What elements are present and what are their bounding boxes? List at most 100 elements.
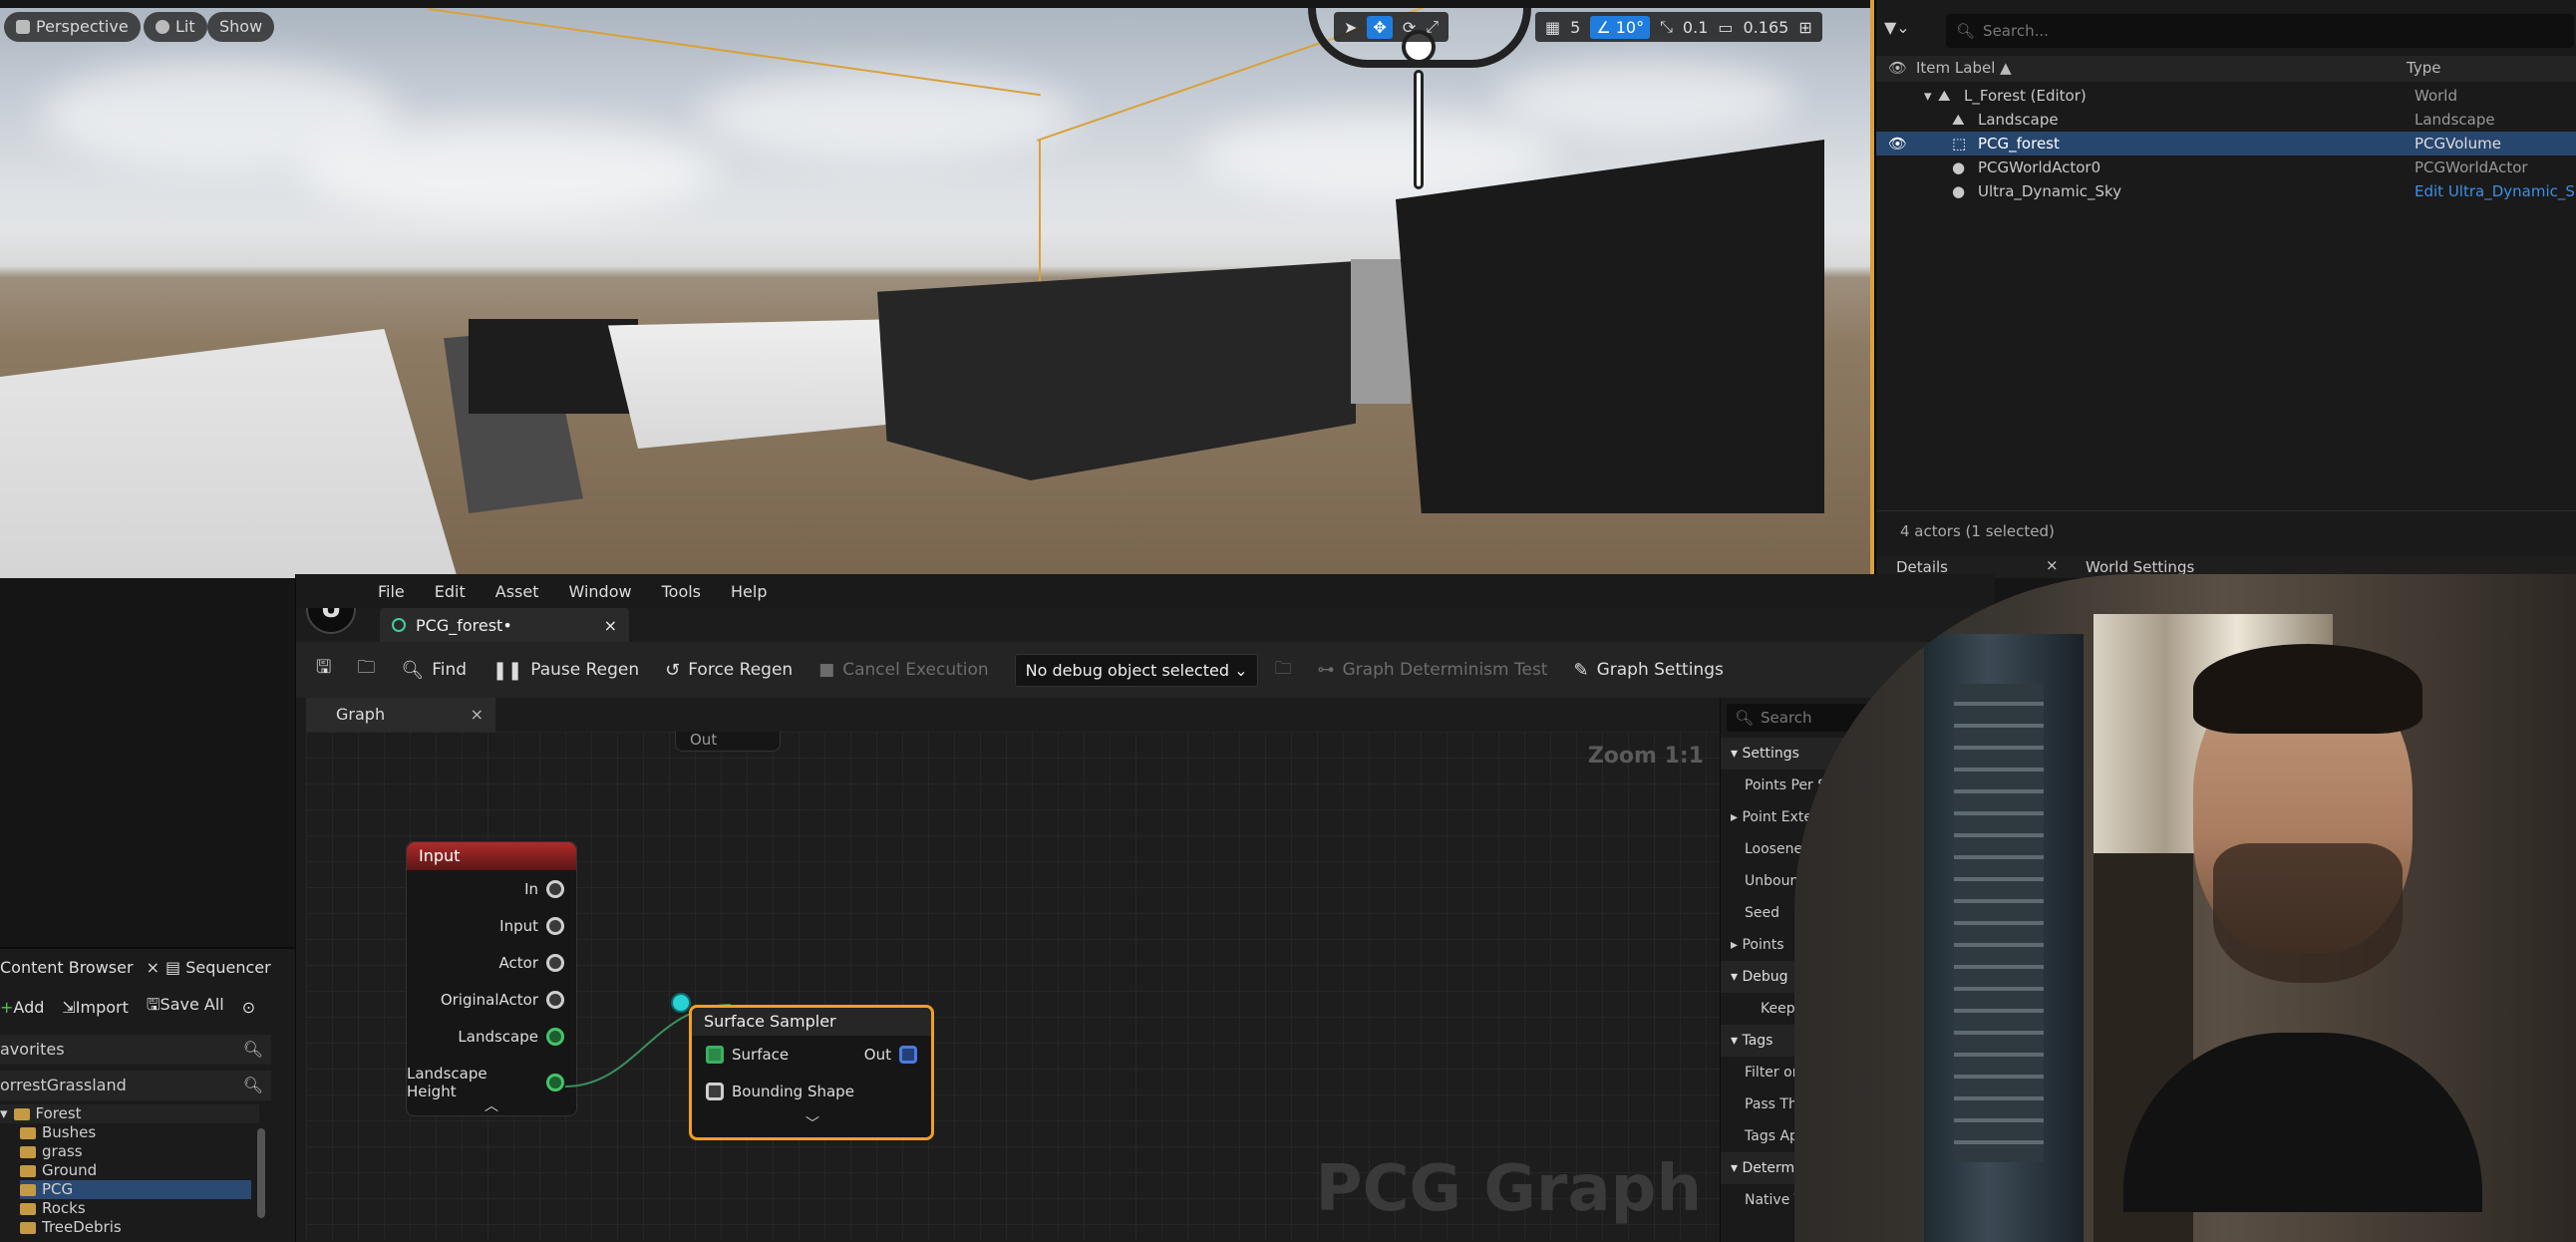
cube-dark-right[interactable] xyxy=(1396,140,1824,513)
import-button[interactable]: ⇲Import xyxy=(62,998,129,1017)
scrollbar[interactable] xyxy=(257,1128,265,1218)
grid-snap-value[interactable]: 5 xyxy=(1570,18,1580,37)
menu-file[interactable]: File xyxy=(378,582,405,601)
cube-grey-far[interactable] xyxy=(1351,259,1411,404)
menubar: File Edit Asset Window Tools Help xyxy=(296,574,1995,608)
cancel-execution-button[interactable]: ■ Cancel Execution xyxy=(818,660,988,680)
find-button[interactable]: 🔍︎ Find xyxy=(401,660,467,681)
visibility-eye-icon[interactable]: 👁︎ xyxy=(1888,132,1907,155)
expand-arrow-icon[interactable]: ▾ xyxy=(1924,84,1932,108)
search-icon[interactable]: 🔍︎ xyxy=(243,1071,263,1100)
browse-icon: 🗀︎ xyxy=(357,657,376,678)
landscape-icon: ⛰ xyxy=(1952,111,1965,129)
show-button[interactable]: Show xyxy=(207,12,275,42)
document-tab[interactable]: PCG_forest• × xyxy=(380,608,629,642)
outliner-row-pcg-world-actor[interactable]: ● PCGWorldActor0 PCGWorldActor xyxy=(1876,155,2576,179)
eye-icon[interactable]: 👁︎ xyxy=(1888,59,1907,77)
reroute-dot[interactable] xyxy=(671,993,691,1013)
col-type[interactable]: Type xyxy=(2407,59,2440,77)
search-icon[interactable]: 🔍︎ xyxy=(243,1035,263,1065)
pin-out[interactable]: Out xyxy=(864,1046,917,1064)
menu-asset[interactable]: Asset xyxy=(495,582,539,601)
folder-rocks[interactable]: Rocks xyxy=(20,1199,279,1218)
pin-landscape[interactable]: Landscape xyxy=(458,1028,564,1046)
tab-sequencer[interactable]: ▤ Sequencer xyxy=(165,949,271,987)
input-node[interactable]: Input In Input Actor OriginalActor Lands… xyxy=(406,841,577,1116)
close-icon[interactable]: × xyxy=(604,616,617,635)
folder-pcg[interactable]: PCG xyxy=(20,1180,251,1199)
lit-button[interactable]: Lit xyxy=(144,12,207,42)
debug-object-dropdown[interactable]: No debug object selected ⌄ xyxy=(1014,653,1259,687)
folder-treedebris[interactable]: TreeDebris xyxy=(20,1218,279,1237)
expand-icon[interactable]: ﹀ xyxy=(805,1113,819,1133)
force-regen-button[interactable]: ↺ Force Regen xyxy=(665,660,793,681)
folder-ground[interactable]: Ground xyxy=(20,1161,279,1180)
outliner-row-pcg-forest[interactable]: 👁︎ ⬚ PCG_forest PCGVolume xyxy=(1876,132,2576,155)
cube-dark-center[interactable] xyxy=(877,261,1356,480)
sequencer-icon: ▤ xyxy=(165,958,186,977)
camera-speed-value[interactable]: 0.165 xyxy=(1744,18,1789,37)
menu-tools[interactable]: Tools xyxy=(662,582,701,601)
perspective-button[interactable]: Perspective xyxy=(4,12,141,42)
graph-settings-button[interactable]: ✎ Graph Settings xyxy=(1573,660,1723,681)
pin-original-actor[interactable]: OriginalActor xyxy=(441,991,564,1009)
snap-toolbar[interactable]: ▦ 5 ∠ 10° ⤡ 0.1 ▭ 0.165 ⊞ xyxy=(1535,12,1822,42)
cube-white-mid[interactable] xyxy=(608,319,907,449)
outliner-row-landscape[interactable]: ⛰ Landscape Landscape xyxy=(1876,108,2576,132)
expand-arrow-icon[interactable]: ▾ xyxy=(0,1104,8,1123)
expand-arrow-icon[interactable]: ▸ xyxy=(1731,937,1742,953)
rotate-icon[interactable]: ⟳ xyxy=(1403,18,1416,37)
pin-bounding-shape[interactable]: Bounding Shape xyxy=(706,1083,854,1100)
folder-bushes[interactable]: Bushes xyxy=(20,1123,279,1142)
surface-sampler-node[interactable]: Surface Sampler Surface Out Bounding Sha… xyxy=(689,1005,934,1140)
layout-icon[interactable]: ⊞ xyxy=(1798,18,1811,37)
determinism-test-button[interactable]: ⊶ Graph Determinism Test xyxy=(1317,660,1547,680)
add-button[interactable]: +Add xyxy=(0,998,44,1017)
presenter-video xyxy=(2123,614,2482,1212)
select-icon[interactable]: ➤ xyxy=(1344,18,1357,37)
pin-surface[interactable]: Surface xyxy=(706,1046,789,1064)
translate-icon[interactable]: ✥ xyxy=(1367,15,1393,39)
offscreen-node[interactable]: Out xyxy=(675,732,781,752)
graph-canvas[interactable]: Zoom 1:1 PCG Graph Out Input In Input Ac… xyxy=(306,732,1720,1240)
save-button[interactable]: 🖫︎ xyxy=(316,655,331,685)
folder-grass[interactable]: grass xyxy=(20,1142,279,1161)
save-all-button[interactable]: 🖫︎Save All xyxy=(147,994,224,1021)
expand-arrow-icon[interactable]: ▸ xyxy=(1731,809,1742,825)
zoom-indicator: Zoom 1:1 xyxy=(1587,744,1704,769)
angle-snap-toggle[interactable]: ∠ 10° xyxy=(1590,15,1651,39)
pause-regen-button[interactable]: ❚❚ Pause Regen xyxy=(492,660,639,681)
level-viewport[interactable]: Perspective Lit Show ➤ ✥ ⟳ ⤢ ▦ 5 ∠ 10° ⤡… xyxy=(0,0,1874,578)
pin-in[interactable]: In xyxy=(524,880,564,898)
camera-speed-icon: ▭ xyxy=(1718,17,1734,37)
menu-edit[interactable]: Edit xyxy=(435,582,466,601)
browse-button[interactable]: 🗀︎ xyxy=(357,655,375,685)
favorites-section[interactable]: avorites 🔍︎ xyxy=(0,1035,271,1065)
graph-tab[interactable]: Graph × xyxy=(306,698,495,732)
scale-snap-value[interactable]: 0.1 xyxy=(1683,18,1708,37)
debug-browse-button[interactable]: 🗀︎ xyxy=(1274,656,1291,685)
col-item-label[interactable]: Item Label ▲ xyxy=(1916,59,2012,77)
outliner-row-ultra-dynamic-sky[interactable]: ● Ultra_Dynamic_Sky Edit Ultra_Dynamic_S… xyxy=(1876,179,2576,203)
close-icon[interactable]: × xyxy=(2046,556,2059,574)
transform-toolbar[interactable]: ➤ ✥ ⟳ ⤢ xyxy=(1334,12,1449,42)
menu-window[interactable]: Window xyxy=(569,582,632,601)
menu-help[interactable]: Help xyxy=(731,582,767,601)
pin-input[interactable]: Input xyxy=(499,917,564,935)
search-icon: 🔍︎ xyxy=(1735,709,1755,727)
pin-actor[interactable]: Actor xyxy=(499,954,564,972)
edit-blueprint-link[interactable]: Edit Ultra_Dynamic_Sky xyxy=(2415,179,2576,203)
history-icon[interactable]: ⊙ xyxy=(242,998,255,1017)
close-icon[interactable]: × xyxy=(471,698,483,732)
folder-forest[interactable]: ▾ Forest xyxy=(0,1104,259,1123)
scale-icon[interactable]: ⤢ xyxy=(1426,17,1439,37)
outliner-search-input[interactable]: 🔍︎ Search... xyxy=(1946,14,2574,48)
project-section[interactable]: orrestGrassland 🔍︎ xyxy=(0,1071,271,1100)
close-icon[interactable]: × xyxy=(147,958,160,977)
tab-content-browser[interactable]: Content Browser × xyxy=(0,949,160,987)
collapse-icon[interactable]: ︿ xyxy=(484,1095,498,1115)
outliner-row-world[interactable]: ▾ ⛰ L_Forest (Editor) World xyxy=(1876,84,2576,108)
cube-left-large[interactable] xyxy=(0,329,469,578)
filter-icon[interactable]: ▼⌄ xyxy=(1884,18,1910,37)
light-gizmo[interactable] xyxy=(1394,30,1444,189)
